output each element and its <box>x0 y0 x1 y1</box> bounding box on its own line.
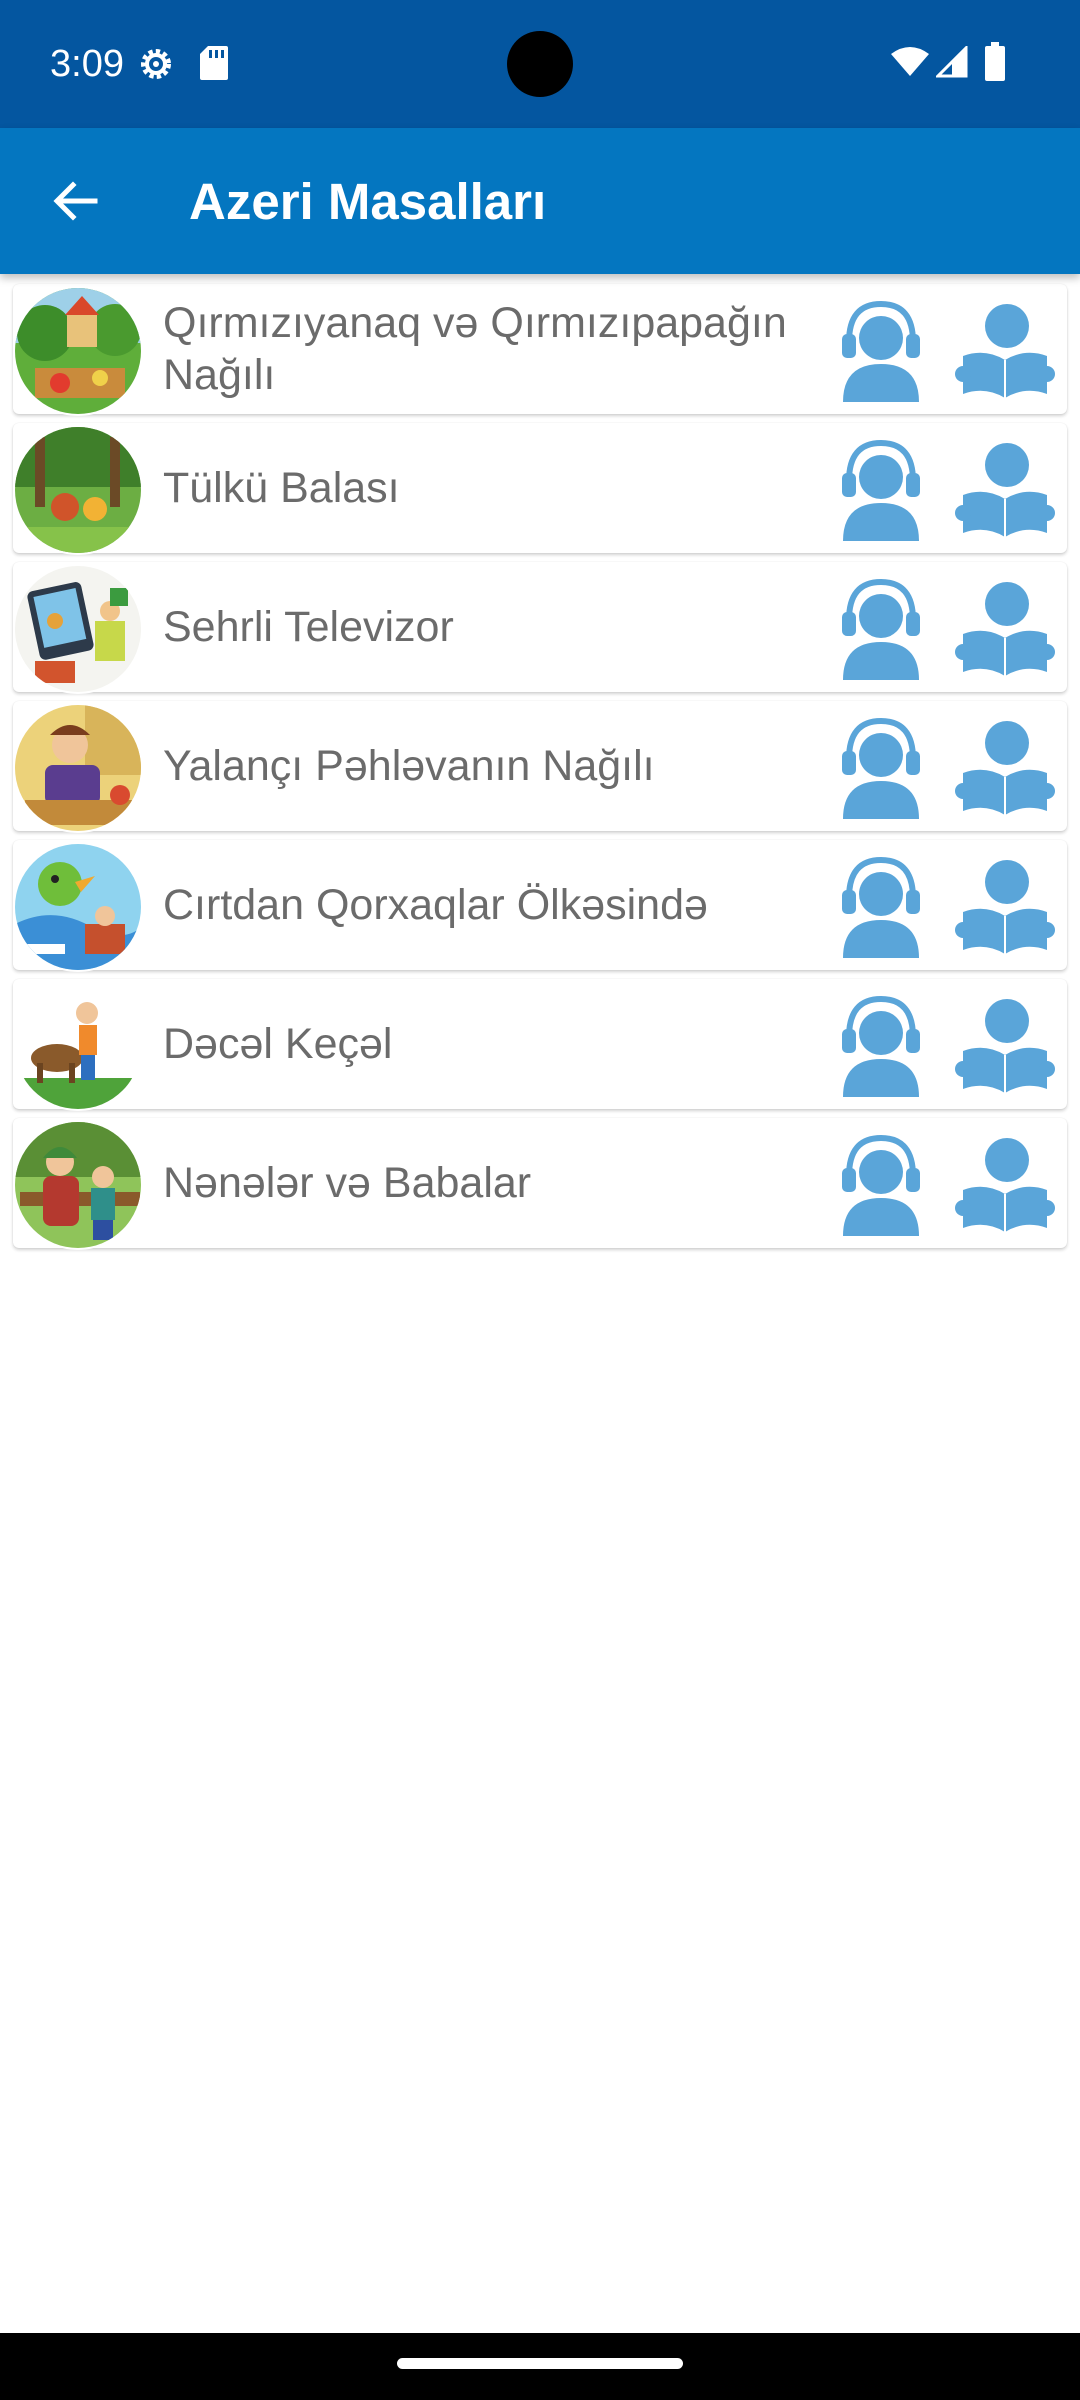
headphones-person-icon <box>842 439 920 541</box>
listen-button[interactable] <box>831 1132 931 1236</box>
story-list-item[interactable]: Tülkü Balası <box>13 423 1067 555</box>
story-list-item[interactable]: Cırtdan Qorxaqlar Ölkəsində <box>13 840 1067 972</box>
headphones-person-icon <box>842 995 920 1097</box>
story-title: Cırtdan Qorxaqlar Ölkəsində <box>163 881 708 929</box>
story-thumbnail <box>13 564 143 694</box>
story-title: Dəcəl Keçəl <box>163 1020 393 1068</box>
story-list-item[interactable]: Nənələr və Babalar <box>13 1118 1067 1250</box>
story-thumbnail <box>13 703 143 833</box>
story-thumbnail <box>13 842 143 972</box>
battery-icon <box>985 42 1005 81</box>
settings-gear-icon <box>141 49 171 79</box>
story-title: Nənələr və Babalar <box>163 1159 532 1207</box>
story-title: Yalançı Pəhləvanın Nağılı <box>163 742 655 790</box>
listen-button[interactable] <box>831 437 931 541</box>
listen-button[interactable] <box>831 854 931 958</box>
story-list: Qırmızıyanaq və Qırmızıpapağın Nağılı Tü… <box>13 284 1067 1257</box>
story-list-item[interactable]: Yalançı Pəhləvanın Nağılı <box>13 701 1067 833</box>
headphones-person-icon <box>842 578 920 680</box>
reading-person-icon <box>955 582 1055 676</box>
read-button[interactable] <box>953 1132 1057 1236</box>
sd-card-icon <box>200 46 228 80</box>
back-button[interactable] <box>38 164 112 238</box>
story-title: Qırmızıyanaq və Qırmızıpapağın Nağılı <box>163 299 787 399</box>
camera-cutout <box>507 31 573 97</box>
listen-button[interactable] <box>831 298 931 402</box>
read-button[interactable] <box>953 298 1057 402</box>
navigation-bar <box>0 2333 1080 2400</box>
reading-person-icon <box>955 304 1055 398</box>
read-button[interactable] <box>953 993 1057 1097</box>
listen-button[interactable] <box>831 715 931 819</box>
listen-button[interactable] <box>831 576 931 680</box>
story-title: Tülkü Balası <box>163 464 400 512</box>
reading-person-icon <box>955 443 1055 537</box>
reading-person-icon <box>955 1138 1055 1232</box>
headphones-person-icon <box>842 717 920 819</box>
home-gesture-handle[interactable] <box>397 2358 683 2369</box>
listen-button[interactable] <box>831 993 931 1097</box>
cell-signal-icon <box>936 46 968 78</box>
story-thumbnail <box>13 1120 143 1250</box>
reading-person-icon <box>955 999 1055 1093</box>
story-thumbnail <box>13 425 143 555</box>
status-time: 3:09 <box>50 43 124 85</box>
reading-person-icon <box>955 860 1055 954</box>
headphones-person-icon <box>842 1134 920 1236</box>
story-list-item[interactable]: Sehrli Televizor <box>13 562 1067 694</box>
read-button[interactable] <box>953 854 1057 958</box>
story-thumbnail <box>13 981 143 1111</box>
headphones-person-icon <box>842 856 920 958</box>
story-list-item[interactable]: Dəcəl Keçəl <box>13 979 1067 1111</box>
page-title: Azeri Masalları <box>189 173 547 230</box>
story-thumbnail <box>13 286 143 416</box>
read-button[interactable] <box>953 576 1057 680</box>
read-button[interactable] <box>953 437 1057 541</box>
headphones-person-icon <box>842 300 920 402</box>
story-list-item[interactable]: Qırmızıyanaq və Qırmızıpapağın Nağılı <box>13 284 1067 416</box>
read-button[interactable] <box>953 715 1057 819</box>
reading-person-icon <box>955 721 1055 815</box>
status-bar: 3:09 <box>0 0 1080 128</box>
wifi-icon <box>891 47 929 76</box>
app-bar: Azeri Masalları <box>0 128 1080 274</box>
story-title: Sehrli Televizor <box>163 603 454 651</box>
arrow-back-icon <box>53 181 98 221</box>
